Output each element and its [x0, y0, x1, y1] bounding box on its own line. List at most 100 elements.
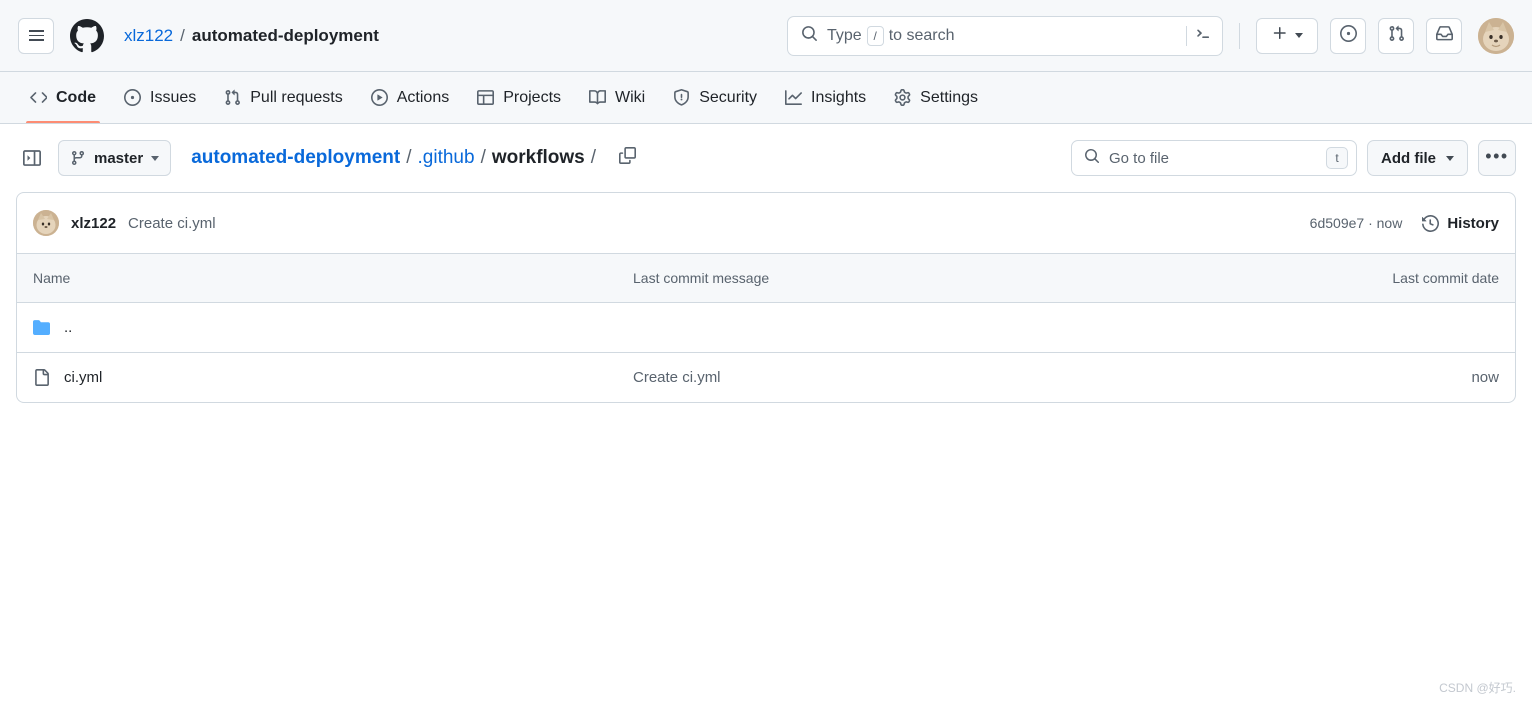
tab-actions-label: Actions	[396, 88, 450, 106]
tab-security[interactable]: Security	[661, 72, 769, 123]
row-name-cell: ci.yml	[33, 369, 633, 386]
command-palette-icon[interactable]	[1195, 25, 1212, 47]
watermark: CSDN @好巧.	[1439, 681, 1516, 695]
repo-name-link[interactable]: automated-deployment	[192, 26, 379, 46]
play-icon	[370, 89, 388, 106]
column-header-date: Last commit date	[1392, 270, 1499, 286]
commit-author-avatar[interactable]	[33, 210, 59, 236]
sidebar-expand-icon[interactable]	[16, 142, 48, 174]
history-icon	[1422, 214, 1440, 232]
row-name-link[interactable]: ..	[64, 319, 72, 336]
search-icon	[801, 25, 818, 47]
repo-navigation: Code Issues Pull requests Actions Projec…	[0, 72, 1532, 124]
breadcrumb-current: workflows	[491, 147, 585, 168]
go-to-file-input[interactable]: Go to file t	[1071, 140, 1357, 176]
gear-icon	[894, 89, 911, 106]
tab-code[interactable]: Code	[18, 72, 108, 123]
breadcrumb-dir-link[interactable]: .github	[418, 147, 475, 169]
search-right-adornment	[1186, 25, 1212, 47]
tab-insights-label: Insights	[811, 88, 867, 106]
row-message-cell[interactable]: Create ci.yml	[633, 369, 1319, 386]
tab-pull-requests-label: Pull requests	[250, 88, 343, 106]
code-icon	[30, 89, 47, 106]
git-pull-request-icon	[224, 89, 241, 106]
chevron-down-icon	[151, 155, 160, 161]
repo-owner-link[interactable]: xlz122	[124, 26, 173, 46]
breadcrumb-separator-1: /	[406, 147, 412, 168]
notifications-inbox-button[interactable]	[1426, 17, 1462, 54]
table-row[interactable]: ..	[17, 302, 1515, 352]
main-content: master automated-deployment / .github / …	[0, 124, 1532, 403]
issue-opened-icon	[124, 89, 141, 106]
column-header-name: Name	[33, 270, 71, 286]
git-branch-icon	[70, 150, 86, 166]
file-path-toolbar: master automated-deployment / .github / …	[16, 124, 1516, 192]
issue-opened-icon	[1339, 24, 1357, 47]
tab-wiki[interactable]: Wiki	[577, 72, 657, 123]
row-date-cell: now	[1471, 369, 1499, 386]
branch-name-label: master	[94, 149, 144, 167]
app-header: xlz122 / automated-deployment Type / to …	[0, 0, 1532, 72]
git-pull-request-icon	[1388, 25, 1405, 47]
tab-security-label: Security	[699, 88, 758, 106]
latest-commit-bar: xlz122 Create ci.yml 6d509e7 · now Histo…	[16, 192, 1516, 254]
table-row[interactable]: ci.yml Create ci.yml now	[17, 352, 1515, 402]
tab-wiki-label: Wiki	[615, 88, 646, 106]
row-name-link[interactable]: ci.yml	[64, 369, 102, 386]
github-mark-icon[interactable]	[70, 18, 104, 53]
search-placeholder: Type / to search	[827, 25, 955, 46]
issues-button[interactable]	[1330, 17, 1366, 54]
search-suffix: to search	[888, 26, 955, 44]
chevron-down-icon	[1446, 155, 1454, 161]
path-row-actions: Go to file t Add file •••	[1071, 140, 1516, 176]
global-search-input[interactable]: Type / to search	[787, 15, 1223, 56]
more-options-button[interactable]: •••	[1478, 140, 1516, 176]
commit-bar-right: 6d509e7 · now History	[1310, 215, 1499, 232]
history-button[interactable]: History	[1422, 215, 1499, 232]
graph-icon	[785, 89, 803, 106]
tab-pull-requests[interactable]: Pull requests	[212, 72, 355, 123]
table-icon	[477, 89, 495, 106]
tab-settings[interactable]: Settings	[882, 72, 990, 123]
chevron-down-icon	[1294, 33, 1303, 38]
user-avatar[interactable]	[1478, 17, 1514, 54]
go-to-file-placeholder: Go to file	[1109, 149, 1170, 167]
breadcrumb-separator-3: /	[590, 147, 597, 168]
breadcrumb-repo-link[interactable]: automated-deployment	[191, 147, 400, 169]
search-icon	[1084, 148, 1100, 169]
table-header-row: Name Last commit message Last commit dat…	[17, 254, 1515, 302]
column-header-message: Last commit message	[633, 270, 770, 286]
tab-insights[interactable]: Insights	[773, 72, 878, 123]
breadcrumb: automated-deployment / .github / workflo…	[191, 147, 596, 169]
commit-author-name[interactable]: xlz122	[71, 215, 116, 232]
tab-settings-label: Settings	[920, 88, 978, 106]
history-label: History	[1447, 214, 1499, 232]
tab-issues-label: Issues	[150, 88, 197, 106]
search-prefix: Type	[827, 26, 862, 44]
plus-icon	[1272, 25, 1288, 46]
search-slash-key: /	[866, 25, 884, 46]
hamburger-icon	[28, 30, 44, 41]
shield-icon	[673, 89, 690, 106]
add-file-button[interactable]: Add file	[1367, 140, 1468, 176]
search-divider	[1186, 25, 1187, 46]
branch-selector-button[interactable]: master	[58, 140, 172, 176]
copy-path-button[interactable]	[612, 143, 642, 173]
copy-icon	[618, 147, 636, 169]
tab-actions[interactable]: Actions	[359, 72, 461, 123]
header-divider	[1239, 22, 1240, 49]
pull-requests-button[interactable]	[1378, 17, 1414, 54]
add-file-label: Add file	[1381, 149, 1436, 167]
go-to-file-shortcut-key: t	[1326, 147, 1348, 169]
tab-projects[interactable]: Projects	[465, 72, 573, 123]
book-icon	[589, 89, 607, 106]
global-menu-button[interactable]	[18, 17, 54, 54]
create-new-button[interactable]	[1256, 17, 1318, 54]
row-name-cell: ..	[33, 319, 633, 336]
commit-hash-and-time[interactable]: 6d509e7 · now	[1310, 215, 1403, 231]
repo-title: xlz122 / automated-deployment	[124, 26, 379, 46]
folder-icon	[33, 319, 50, 336]
tab-issues[interactable]: Issues	[112, 72, 208, 123]
file-icon	[33, 369, 50, 386]
commit-message[interactable]: Create ci.yml	[128, 215, 216, 232]
